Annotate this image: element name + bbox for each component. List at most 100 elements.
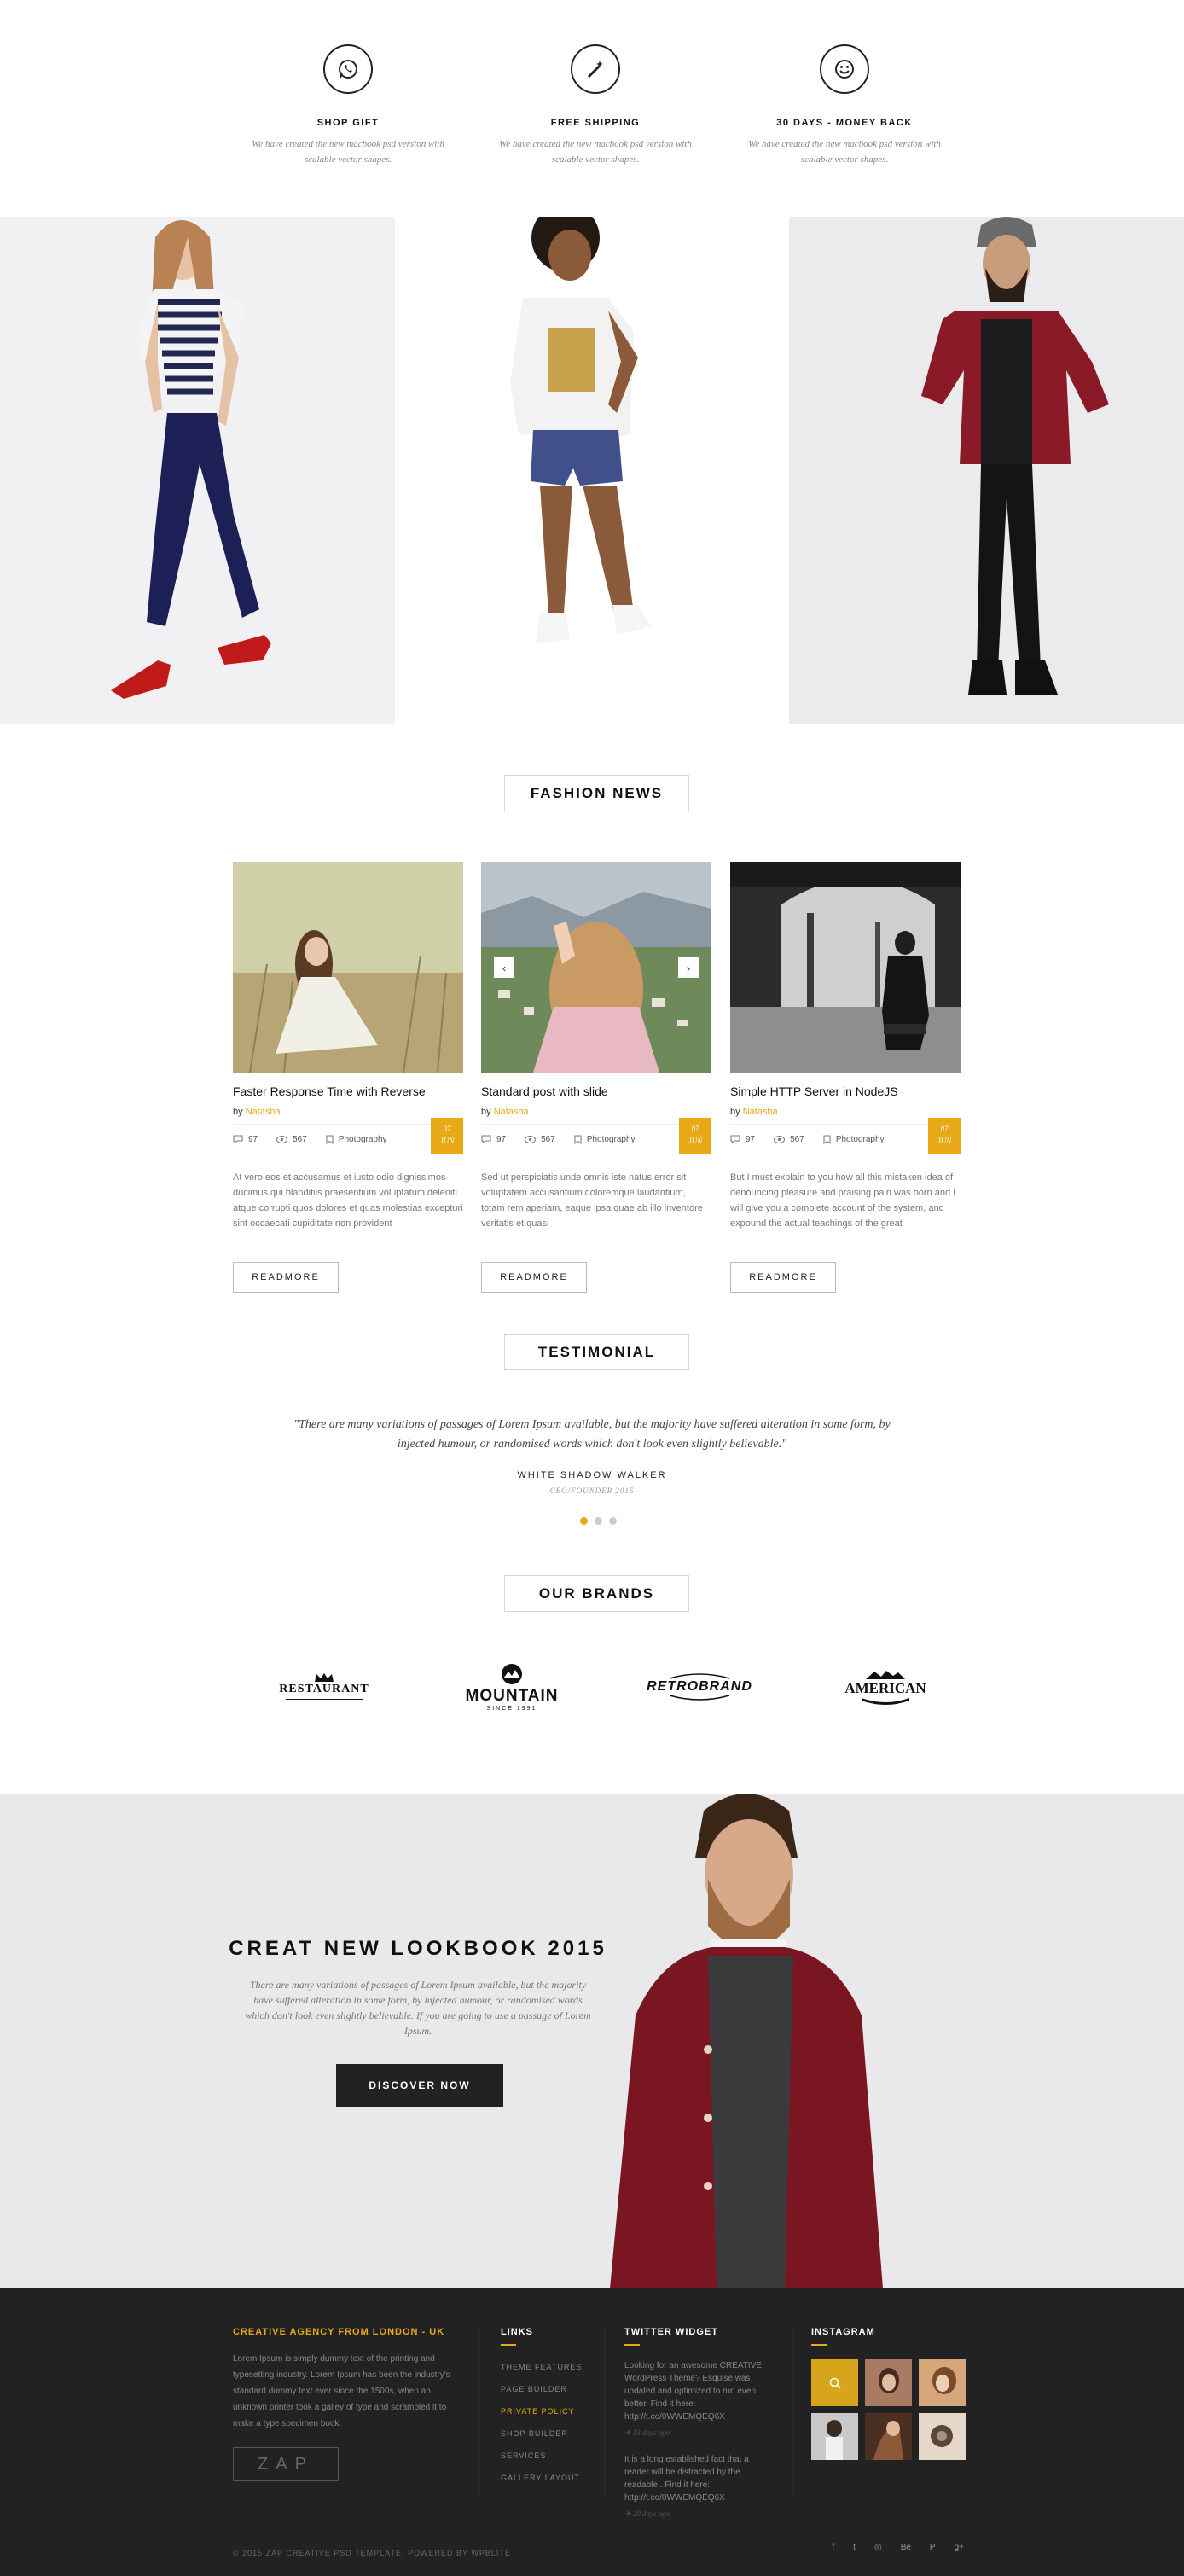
- magic-wand-icon: [571, 44, 620, 94]
- byline-prefix: by: [481, 1107, 491, 1117]
- pinterest-icon[interactable]: P: [930, 2543, 936, 2552]
- readmore-button[interactable]: READMORE: [730, 1262, 836, 1293]
- news-card: Faster Response Time with Reverse by Nat…: [233, 862, 463, 1293]
- footer-link-page-builder[interactable]: PAGE BUILDER: [501, 2378, 582, 2400]
- brand-name: RESTAURANT: [279, 1683, 369, 1695]
- eye-icon: [525, 1135, 537, 1143]
- models-banner: [0, 217, 1184, 724]
- news-thumb-2[interactable]: ‹ ›: [481, 862, 711, 1073]
- slider-prev-button[interactable]: ‹: [494, 957, 514, 978]
- comments-value: 97: [746, 1134, 756, 1144]
- news-byline: by Natasha: [730, 1107, 961, 1117]
- crown-icon: [315, 1673, 334, 1682]
- behance-icon[interactable]: Bē: [901, 2543, 911, 2552]
- footer-link-services[interactable]: SERVICES: [501, 2445, 582, 2467]
- fashion-news-heading: FASHION NEWS: [504, 775, 689, 811]
- readmore-button[interactable]: READMORE: [481, 1262, 587, 1293]
- feature-free-shipping: FREE SHIPPING We have created the new ma…: [476, 44, 715, 167]
- heading-underline: [501, 2344, 516, 2346]
- footer-logo[interactable]: ZAP: [233, 2447, 339, 2481]
- readmore-button[interactable]: READMORE: [233, 1262, 339, 1293]
- footer-instagram-title: INSTAGRAM: [811, 2327, 875, 2337]
- comments-count: 97: [481, 1135, 506, 1144]
- news-thumb-3[interactable]: [730, 862, 961, 1073]
- footer-twitter-title: TWITTER WIDGET: [624, 2327, 718, 2337]
- pagination-dot-active[interactable]: [580, 1517, 588, 1525]
- instagram-photo[interactable]: [865, 2359, 912, 2406]
- news-card: ‹ › Standard post with slide by Natasha …: [481, 862, 711, 1293]
- category[interactable]: Photography: [823, 1135, 885, 1144]
- brand-tagline: SINCE 1991: [486, 1705, 537, 1712]
- twitter-icon[interactable]: t: [853, 2543, 856, 2552]
- comments-count: 97: [730, 1135, 755, 1144]
- news-title[interactable]: Standard post with slide: [481, 1084, 711, 1098]
- news-author[interactable]: Natasha: [494, 1107, 529, 1117]
- comment-icon: [233, 1135, 243, 1143]
- tweet[interactable]: It is a long established fact that a rea…: [624, 2453, 771, 2504]
- footer-link-private-policy[interactable]: PRIVATE POLICY: [501, 2400, 582, 2422]
- testimonial-quote: "There are many variations of passages o…: [293, 1418, 891, 1451]
- news-meta: 97 567 Photography 07 JUN: [481, 1118, 711, 1154]
- footer-links-list: THEME FEATURES PAGE BUILDER PRIVATE POLI…: [501, 2356, 582, 2489]
- arc-ornament-icon: [669, 1673, 730, 1679]
- news-card: Simple HTTP Server in NodeJS by Natasha …: [730, 862, 961, 1293]
- news-author[interactable]: Natasha: [246, 1107, 281, 1117]
- dribbble-icon[interactable]: ◎: [874, 2543, 882, 2552]
- mountain-icon: [502, 1663, 522, 1684]
- instagram-photo[interactable]: [865, 2413, 912, 2460]
- footer-link-shop-builder[interactable]: SHOP BUILDER: [501, 2422, 582, 2445]
- instagram-photo[interactable]: [919, 2359, 966, 2406]
- views-count: 567: [276, 1135, 307, 1144]
- date-day: 07: [443, 1125, 451, 1133]
- brand-logo-american[interactable]: AMERICAN: [833, 1657, 938, 1717]
- footer-twitter: TWITTER WIDGET Looking for an awesome CR…: [624, 2327, 771, 2519]
- slider-next-button[interactable]: ›: [678, 957, 699, 978]
- category-value: Photography: [835, 1134, 885, 1144]
- pagination-dot[interactable]: [595, 1517, 602, 1525]
- eye-icon: [276, 1135, 288, 1143]
- search-icon: [829, 2377, 841, 2389]
- category[interactable]: Photography: [574, 1135, 636, 1144]
- tweet[interactable]: Looking for an awesome CREATIVE WordPres…: [624, 2359, 771, 2423]
- model-image-man-bomber[interactable]: [789, 217, 1184, 724]
- footer-divider: [793, 2327, 794, 2497]
- facebook-icon[interactable]: f: [832, 2543, 834, 2552]
- brand-logo-restaurant[interactable]: RESTAURANT: [271, 1657, 377, 1717]
- footer: CREATIVE AGENCY FROM LONDON - UK Lorem I…: [0, 2288, 1184, 2576]
- news-meta: 97 567 Photography 07 JUN: [730, 1118, 961, 1154]
- news-title[interactable]: Simple HTTP Server in NodeJS: [730, 1084, 961, 1098]
- pagination-dot[interactable]: [609, 1517, 617, 1525]
- instagram-grid: [811, 2359, 966, 2460]
- social-links: f t ◎ Bē P g+: [832, 2543, 964, 2552]
- model-image-woman-striped[interactable]: [0, 217, 395, 724]
- category[interactable]: Photography: [326, 1135, 387, 1144]
- brand-logo-retrobrand[interactable]: RETROBRAND: [647, 1657, 752, 1717]
- footer-link-gallery-layout[interactable]: GALLERY LAYOUT: [501, 2467, 582, 2489]
- brand-logo-mountain[interactable]: MOUNTAIN SINCE 1991: [459, 1657, 565, 1717]
- testimonial-role: CEO/FOUNDER 2015: [549, 1486, 635, 1495]
- instagram-photo[interactable]: [919, 2413, 966, 2460]
- news-thumb-1[interactable]: [233, 862, 463, 1073]
- instagram-photo[interactable]: [811, 2413, 858, 2460]
- footer-about-text: Lorem Ipsum is simply dummy text of the …: [233, 2354, 450, 2428]
- news-author[interactable]: Natasha: [743, 1107, 778, 1117]
- date-day: 07: [940, 1125, 949, 1133]
- views-value: 567: [293, 1134, 307, 1144]
- brand-name: RETROBRAND: [647, 1679, 752, 1694]
- news-meta: 97 567 Photography 07 JUN: [233, 1118, 463, 1154]
- instagram-photo[interactable]: [811, 2359, 858, 2406]
- footer-link-theme-features[interactable]: THEME FEATURES: [501, 2356, 582, 2378]
- views-value: 567: [541, 1134, 555, 1144]
- model-image-woman-shorts[interactable]: [394, 217, 790, 724]
- date-badge: 07 JUN: [431, 1118, 463, 1154]
- copyright: © 2015 ZAP CREATIVE PSD TEMPLATE. POWERE…: [233, 2549, 511, 2557]
- byline-prefix: by: [233, 1107, 243, 1117]
- news-title[interactable]: Faster Response Time with Reverse: [233, 1084, 463, 1098]
- discover-now-button[interactable]: DISCOVER NOW: [336, 2064, 503, 2107]
- testimonial-author: WHITE SHADOW WALKER: [517, 1470, 667, 1480]
- testimonial-pagination: [580, 1517, 617, 1525]
- mountain-peaks-icon: [866, 1670, 905, 1679]
- google-plus-icon[interactable]: g+: [955, 2543, 964, 2552]
- feature-description: We have created the new macbook psd vers…: [252, 139, 444, 165]
- tweet-time-value: 20 days ago: [632, 2509, 670, 2518]
